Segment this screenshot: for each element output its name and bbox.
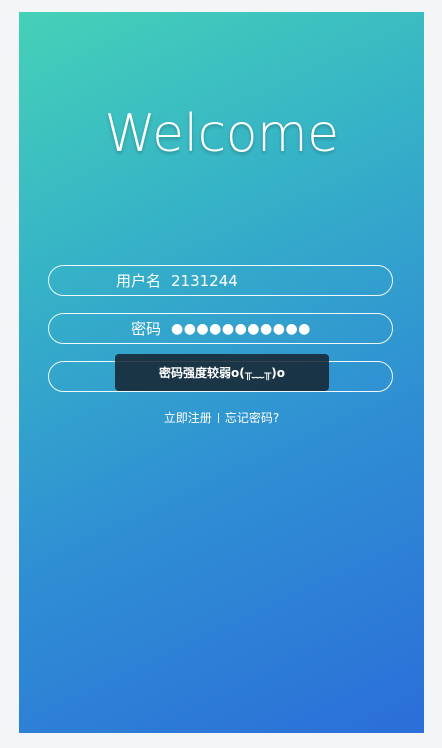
password-field[interactable]: 密码 ●●●●●●●●●●● <box>48 313 393 344</box>
welcome-title: Welcome <box>104 104 339 164</box>
link-divider <box>217 412 219 423</box>
username-input[interactable]: 2131244 <box>171 272 238 290</box>
register-link[interactable]: 立即注册 <box>164 409 212 426</box>
auth-links: 立即注册 忘记密码? <box>19 409 424 426</box>
password-input[interactable]: ●●●●●●●●●●● <box>171 321 311 337</box>
login-screen: Welcome 用户名 2131244 密码 ●●●●●●●●●●● 密码强度较… <box>19 12 424 733</box>
username-label: 用户名 <box>115 272 161 290</box>
password-strength-toast: 密码强度较弱o(╥﹏╥)o <box>115 354 329 391</box>
forgot-password-link[interactable]: 忘记密码? <box>225 409 279 426</box>
username-field[interactable]: 用户名 2131244 <box>48 265 393 296</box>
password-label: 密码 <box>130 320 161 338</box>
